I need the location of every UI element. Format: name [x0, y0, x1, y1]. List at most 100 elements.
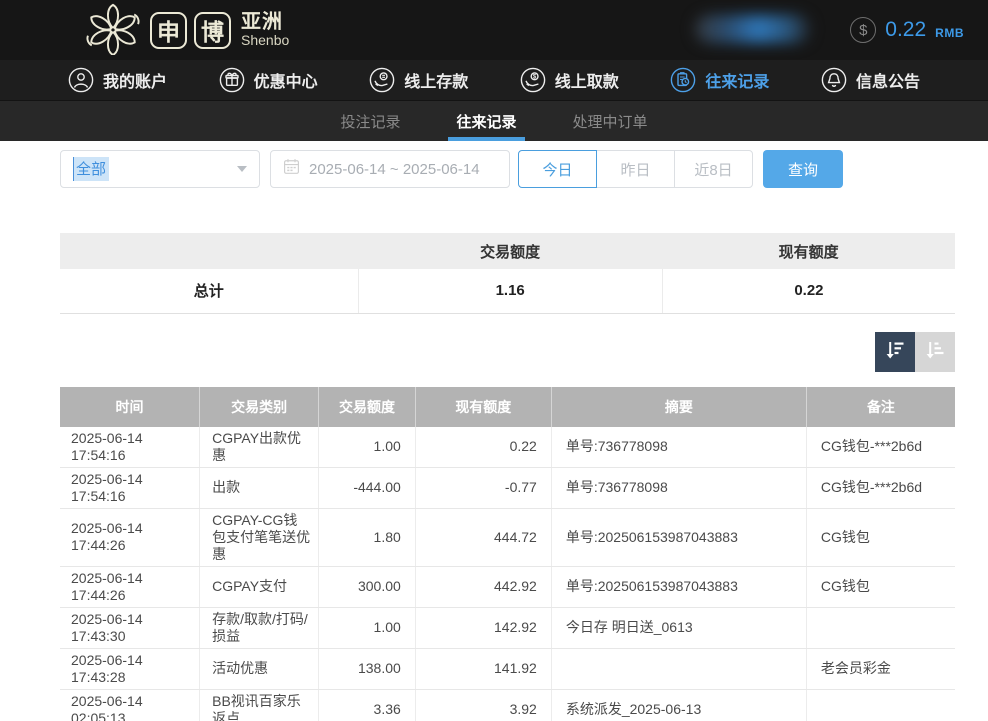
summary-total-row: 总计 1.16 0.22 — [60, 269, 955, 313]
cell-current-amount: 3.92 — [415, 689, 551, 721]
tab-label: 投注记录 — [340, 111, 400, 132]
search-button[interactable]: 查询 — [763, 150, 843, 188]
date-range-input[interactable]: 2025-06-14 ~ 2025-06-14 — [270, 150, 510, 188]
last-8-days-button[interactable]: 近8日 — [674, 150, 753, 188]
cell-remark — [806, 607, 955, 648]
cell-remark: CG钱包 — [806, 566, 955, 607]
cell-type: 活动优惠 — [200, 648, 319, 689]
cell-type: CGPAY出款优惠 — [200, 427, 319, 468]
brand-logo[interactable]: 申 博 亚洲 Shenbo — [84, 1, 289, 60]
transactions-table: 时间交易类别交易额度现有额度摘要备注 2025-06-14 17:54:16CG… — [60, 387, 955, 721]
cell-remark: CG钱包-***2b6d — [806, 427, 955, 468]
brand-char-2: 博 — [194, 12, 231, 49]
cell-type: 存款/取款/打码/损益 — [200, 607, 319, 648]
calendar-icon — [283, 158, 300, 180]
table-row: 2025-06-14 02:05:13BB视讯百家乐返点3.363.92系统派发… — [60, 689, 955, 721]
nav-label: 优惠中心 — [254, 68, 318, 92]
cell-type: CGPAY支付 — [200, 566, 319, 607]
tab-label: 处理中订单 — [573, 111, 648, 132]
balance-amount: 0.22 — [885, 18, 926, 42]
cell-transaction-amount: 1.00 — [319, 427, 416, 468]
transactions-header-row: 时间交易类别交易额度现有额度摘要备注 — [60, 387, 955, 427]
today-button[interactable]: 今日 — [518, 150, 597, 188]
brand-region: 亚洲 — [241, 12, 289, 33]
nav-label: 往来记录 — [705, 68, 769, 92]
brand-name-boxes: 申 博 — [150, 12, 231, 49]
nav-item-announcements[interactable]: 信息公告 — [821, 67, 920, 93]
flower-logo-icon — [84, 1, 142, 60]
user-info-redacted[interactable] — [695, 15, 810, 43]
records-icon — [670, 67, 696, 93]
main-content: 全部 2025-06-14 ~ 2025-06-14 今日 昨日 近8日 查询 — [0, 141, 988, 721]
summary-header-current-amount: 现有额度 — [662, 233, 955, 269]
cell-time: 2025-06-14 02:05:13 — [60, 689, 200, 721]
cell-time: 2025-06-14 17:54:16 — [60, 427, 200, 468]
table-row: 2025-06-14 17:54:16CGPAY出款优惠1.000.22单号:7… — [60, 427, 955, 468]
tab-transaction-records[interactable]: 往来记录 — [454, 101, 518, 141]
sort-ascending-button[interactable] — [915, 332, 955, 372]
table-row: 2025-06-14 17:43:28活动优惠138.00141.92老会员彩金 — [60, 648, 955, 689]
summary-table: 交易额度 现有额度 总计 1.16 0.22 — [60, 233, 955, 314]
sort-descending-button[interactable] — [875, 332, 915, 372]
column-header: 备注 — [806, 387, 955, 427]
nav-label: 我的账户 — [103, 68, 167, 92]
cell-current-amount: 141.92 — [415, 648, 551, 689]
table-row: 2025-06-14 17:44:26CGPAY支付300.00442.92单号… — [60, 566, 955, 607]
yesterday-button[interactable]: 昨日 — [596, 150, 675, 188]
cell-time: 2025-06-14 17:43:30 — [60, 607, 200, 648]
transactions-body: 2025-06-14 17:54:16CGPAY出款优惠1.000.22单号:7… — [60, 427, 955, 721]
nav-item-withdraw[interactable]: $ 线上取款 — [520, 67, 619, 93]
nav-label: 线上取款 — [555, 68, 619, 92]
bell-icon — [821, 67, 847, 93]
gift-icon — [219, 67, 245, 93]
balance-currency: RMB — [935, 26, 964, 40]
balance-display[interactable]: $ 0.22 RMB — [850, 0, 964, 60]
tab-betting-records[interactable]: 投注记录 — [338, 101, 402, 141]
column-header: 交易类别 — [200, 387, 319, 427]
chevron-down-icon — [237, 166, 247, 172]
cell-transaction-amount: 300.00 — [319, 566, 416, 607]
tab-pending-orders[interactable]: 处理中订单 — [571, 101, 650, 141]
top-header: 申 博 亚洲 Shenbo $ 0.22 RMB — [0, 0, 988, 60]
deposit-icon — [369, 67, 395, 93]
cell-summary: 今日存 明日送_0613 — [551, 607, 806, 648]
cell-transaction-amount: 1.80 — [319, 508, 416, 566]
brand-char-1: 申 — [150, 12, 187, 49]
type-select-value: 全部 — [73, 157, 109, 181]
nav-item-my-account[interactable]: 我的账户 — [68, 67, 167, 93]
sort-controls — [60, 332, 955, 372]
nav-item-deposit[interactable]: 线上存款 — [369, 67, 468, 93]
cell-remark: CG钱包-***2b6d — [806, 467, 955, 508]
cell-current-amount: 444.72 — [415, 508, 551, 566]
summary-transaction-amount: 1.16 — [358, 269, 662, 313]
filter-bar: 全部 2025-06-14 ~ 2025-06-14 今日 昨日 近8日 查询 — [60, 150, 955, 188]
withdraw-icon: $ — [520, 67, 546, 93]
brand-latin: Shenbo — [241, 33, 289, 48]
cell-summary: 单号:736778098 — [551, 467, 806, 508]
sub-navigation: 投注记录 往来记录 处理中订单 — [0, 100, 988, 141]
user-icon — [68, 67, 94, 93]
cell-current-amount: 442.92 — [415, 566, 551, 607]
cell-summary: 单号:736778098 — [551, 427, 806, 468]
summary-current-amount: 0.22 — [662, 269, 955, 313]
cell-current-amount: 142.92 — [415, 607, 551, 648]
main-navigation: 我的账户 优惠中心 线上存款 $ — [0, 60, 988, 100]
table-row: 2025-06-14 17:44:26CGPAY-CG钱包支付笔笔送优惠1.80… — [60, 508, 955, 566]
cell-transaction-amount: 1.00 — [319, 607, 416, 648]
cell-transaction-amount: 138.00 — [319, 648, 416, 689]
cell-type: CGPAY-CG钱包支付笔笔送优惠 — [200, 508, 319, 566]
cell-time: 2025-06-14 17:54:16 — [60, 467, 200, 508]
column-header: 交易额度 — [319, 387, 416, 427]
nav-item-transaction-records[interactable]: 往来记录 — [670, 67, 769, 93]
nav-label: 信息公告 — [856, 68, 920, 92]
column-header: 摘要 — [551, 387, 806, 427]
tab-label: 往来记录 — [456, 111, 516, 132]
table-row: 2025-06-14 17:54:16出款-444.00-0.77单号:7367… — [60, 467, 955, 508]
date-range-value: 2025-06-14 ~ 2025-06-14 — [309, 161, 480, 178]
type-select[interactable]: 全部 — [60, 150, 260, 188]
cell-time: 2025-06-14 17:44:26 — [60, 566, 200, 607]
cell-summary: 系统派发_2025-06-13 — [551, 689, 806, 721]
cell-remark: 老会员彩金 — [806, 648, 955, 689]
summary-total-label: 总计 — [60, 269, 358, 313]
nav-item-promotions[interactable]: 优惠中心 — [219, 67, 318, 93]
